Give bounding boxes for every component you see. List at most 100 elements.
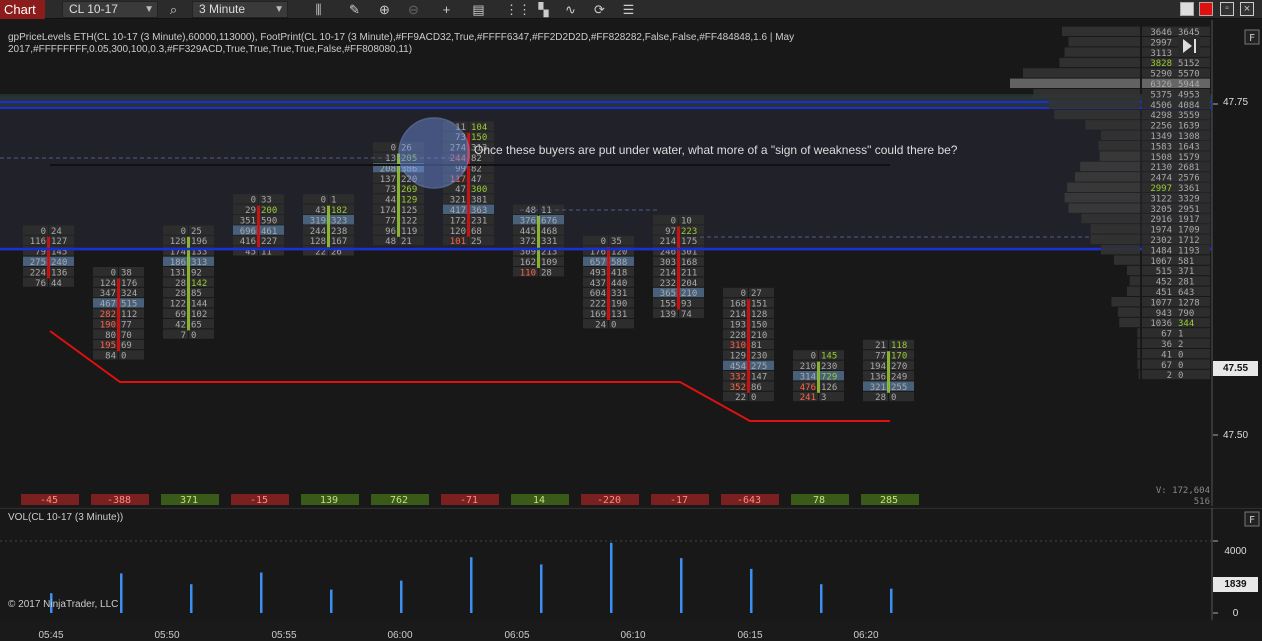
chart-tab[interactable]: Chart xyxy=(0,0,45,19)
ask-volume: 151 xyxy=(751,300,767,310)
profile-ask: 0 xyxy=(1178,371,1183,381)
profile-bar xyxy=(1114,255,1140,265)
bid-volume: 120 xyxy=(450,227,466,237)
profile-bar xyxy=(1101,245,1140,255)
bid-volume: 48 xyxy=(525,206,536,216)
profile-bid: 1349 xyxy=(1150,132,1172,142)
bid-volume: 214 xyxy=(730,310,746,320)
bid-volume: 372 xyxy=(520,237,536,247)
bid-volume: 416 xyxy=(240,237,256,247)
profile-bid: 2 xyxy=(1167,371,1172,381)
pencil-icon[interactable]: ✎ xyxy=(346,1,363,18)
profile-bid: 3113 xyxy=(1150,49,1172,59)
strategies-icon[interactable]: ⋮⋮ xyxy=(505,1,531,18)
profile-bid: 2997 xyxy=(1150,184,1172,194)
properties-icon[interactable]: ☰ xyxy=(620,1,637,18)
bid-volume: 244 xyxy=(310,227,326,237)
bid-volume: 321 xyxy=(870,383,886,393)
ask-volume: 238 xyxy=(331,227,347,237)
ask-volume: 0 xyxy=(891,393,896,403)
profile-bid: 452 xyxy=(1156,278,1172,288)
volume-panel[interactable]: F VOL(CL 10-17 (3 Minute)) xyxy=(0,508,1262,620)
bid-volume: 282 xyxy=(100,310,116,320)
profile-ask: 1193 xyxy=(1178,246,1200,256)
bid-volume: 0 xyxy=(111,268,116,278)
price-label-47-50: 47.50 xyxy=(1222,430,1249,441)
delta-value: -17 xyxy=(670,495,688,506)
ask-volume: 210 xyxy=(681,289,697,299)
bar-type-icon[interactable]: ⫼ xyxy=(310,1,327,18)
data-box-icon[interactable]: ▤ xyxy=(470,1,487,18)
volume-bar xyxy=(260,572,263,613)
templates-icon[interactable]: ▚ xyxy=(535,1,552,18)
volume-title: VOL(CL 10-17 (3 Minute)) xyxy=(8,512,124,523)
profile-total: V: 172,604 xyxy=(1156,486,1210,496)
profile-bid: 2256 xyxy=(1150,122,1172,132)
candle-body xyxy=(187,236,190,331)
close-button[interactable]: × xyxy=(1240,2,1254,16)
bid-volume: 48 xyxy=(385,237,396,247)
profile-bid: 3646 xyxy=(1150,28,1172,38)
bid-volume: 186 xyxy=(170,258,186,268)
ask-volume: 112 xyxy=(121,310,137,320)
bid-volume: 0 xyxy=(741,289,746,299)
bid-volume: 28 xyxy=(175,289,186,299)
delta-value: 762 xyxy=(390,495,408,506)
ask-volume: 269 xyxy=(401,185,417,195)
interval-selector[interactable]: 3 Minute ▼ xyxy=(192,1,288,18)
profile-ask: 5152 xyxy=(1178,59,1200,69)
search-icon[interactable]: ⌕ xyxy=(165,1,182,18)
profile-ask: 643 xyxy=(1178,288,1194,298)
time-axis[interactable]: 05:45 05:50 05:55 06:00 06:05 06:10 06:1… xyxy=(0,620,1262,641)
volume-current-label: 1839 xyxy=(1213,577,1258,592)
minimize-button[interactable] xyxy=(1180,2,1194,16)
profile-bar xyxy=(1068,203,1140,213)
ask-volume: 127 xyxy=(51,237,67,247)
profile-bid: 4506 xyxy=(1150,101,1172,111)
ask-volume: 381 xyxy=(471,196,487,206)
bid-volume: 376 xyxy=(520,216,536,226)
link-button[interactable] xyxy=(1199,2,1213,16)
ask-volume: 0 xyxy=(191,331,196,341)
bid-volume: 351 xyxy=(240,216,256,226)
profile-ask: 0 xyxy=(1178,361,1183,371)
profile-bid: 3122 xyxy=(1150,194,1172,204)
delta-value: -15 xyxy=(250,495,268,506)
delta-value: 371 xyxy=(180,495,198,506)
refresh-icon[interactable]: ⟳ xyxy=(591,1,608,18)
indicators-icon[interactable]: ∿ xyxy=(562,1,579,18)
ask-volume: 196 xyxy=(191,237,207,247)
candle-body xyxy=(397,153,400,237)
profile-bar xyxy=(1080,161,1140,172)
profile-bar xyxy=(1111,297,1140,307)
profile-ask: 344 xyxy=(1178,319,1194,329)
profile-ask: 281 xyxy=(1178,278,1194,288)
profile-bar xyxy=(1049,99,1140,109)
bid-volume: 321 xyxy=(450,196,466,206)
profile-ask: 3329 xyxy=(1178,194,1200,204)
bid-volume: 155 xyxy=(660,300,676,310)
profile-bid: 2474 xyxy=(1150,174,1172,184)
ask-volume: 118 xyxy=(891,341,907,351)
ask-volume: 74 xyxy=(681,310,692,320)
profile-bar xyxy=(1067,182,1140,192)
float-icon: F xyxy=(1249,515,1255,526)
restore-button[interactable]: ▫ xyxy=(1220,2,1234,16)
profile-bar xyxy=(1137,359,1140,369)
volume-axis-4000: 4000 xyxy=(1224,546,1247,557)
zoom-in-icon[interactable]: ⊕ xyxy=(376,1,393,18)
delta-value: -45 xyxy=(40,495,58,506)
zoom-out-icon[interactable]: ⊖ xyxy=(405,1,422,18)
profile-ask: 4953 xyxy=(1178,90,1200,100)
ask-volume: 68 xyxy=(471,227,482,237)
ask-volume: 131 xyxy=(611,310,627,320)
instrument-selector[interactable]: CL 10-17 ▼ xyxy=(62,1,158,18)
bid-volume: 0 xyxy=(181,227,186,237)
ask-volume: 0 xyxy=(611,320,616,330)
chart-annotation: Once these buyers are put under water, w… xyxy=(474,143,958,157)
ask-volume: 86 xyxy=(751,383,762,393)
ask-volume: 363 xyxy=(471,206,487,216)
crosshair-icon[interactable]: + xyxy=(438,1,455,18)
price-panel[interactable]: 0 24 116 127 79 145 275 240 224 136 76 44 -45 0 38 124 1… xyxy=(0,20,1262,506)
skip-end-bar xyxy=(1194,39,1196,53)
